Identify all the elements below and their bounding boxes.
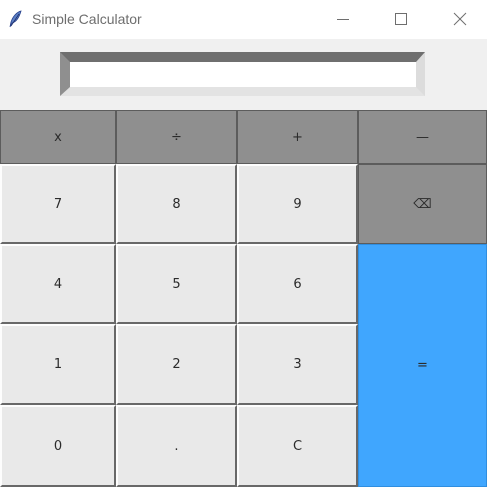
two-button[interactable]: 2 <box>116 324 237 405</box>
close-button[interactable] <box>437 0 483 39</box>
maximize-button[interactable] <box>378 0 424 39</box>
clear-button[interactable]: C <box>237 405 358 487</box>
multiply-button[interactable]: x <box>0 110 116 164</box>
window-title: Simple Calculator <box>32 11 142 27</box>
one-button[interactable]: 1 <box>0 324 116 405</box>
minimize-button[interactable] <box>320 0 366 39</box>
four-button[interactable]: 4 <box>0 244 116 324</box>
minimize-icon <box>337 19 349 20</box>
add-button[interactable]: + <box>237 110 358 164</box>
backspace-button[interactable]: ⌫ <box>358 164 487 244</box>
zero-button[interactable]: 0 <box>0 405 116 487</box>
three-button[interactable]: 3 <box>237 324 358 405</box>
eight-button[interactable]: 8 <box>116 164 237 244</box>
decimal-button[interactable]: . <box>116 405 237 487</box>
equals-button[interactable]: = <box>358 244 487 487</box>
six-button[interactable]: 6 <box>237 244 358 324</box>
title-bar: Simple Calculator <box>0 0 487 39</box>
maximize-icon <box>395 13 407 25</box>
subtract-button[interactable]: — <box>358 110 487 164</box>
seven-button[interactable]: 7 <box>0 164 116 244</box>
display-frame <box>60 52 425 96</box>
five-button[interactable]: 5 <box>116 244 237 324</box>
display-field[interactable] <box>70 62 416 87</box>
feather-icon <box>8 10 24 28</box>
divide-button[interactable]: ÷ <box>116 110 237 164</box>
close-icon <box>453 12 467 26</box>
nine-button[interactable]: 9 <box>237 164 358 244</box>
